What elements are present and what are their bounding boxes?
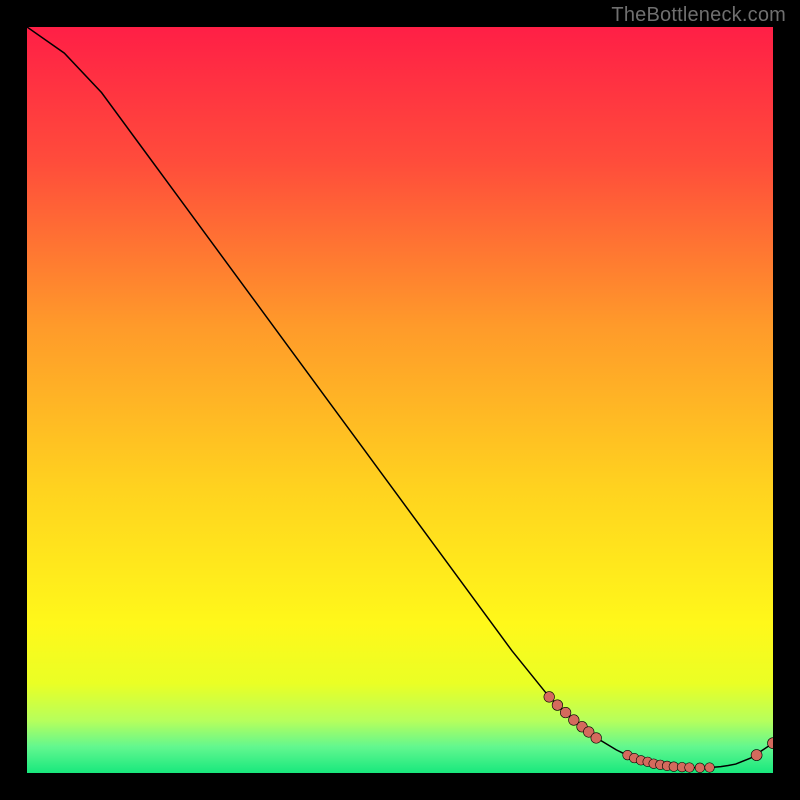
plot-area xyxy=(27,27,773,773)
chart-frame: TheBottleneck.com xyxy=(0,0,800,800)
data-marker xyxy=(685,763,695,773)
gradient-background xyxy=(27,27,773,773)
watermark-text: TheBottleneck.com xyxy=(611,4,786,27)
data-marker xyxy=(695,763,705,773)
data-marker xyxy=(560,707,571,718)
data-marker xyxy=(544,692,555,703)
chart-svg xyxy=(27,27,773,773)
data-marker xyxy=(705,763,715,773)
data-marker xyxy=(552,700,563,711)
data-marker xyxy=(751,750,762,761)
data-marker xyxy=(591,733,602,744)
